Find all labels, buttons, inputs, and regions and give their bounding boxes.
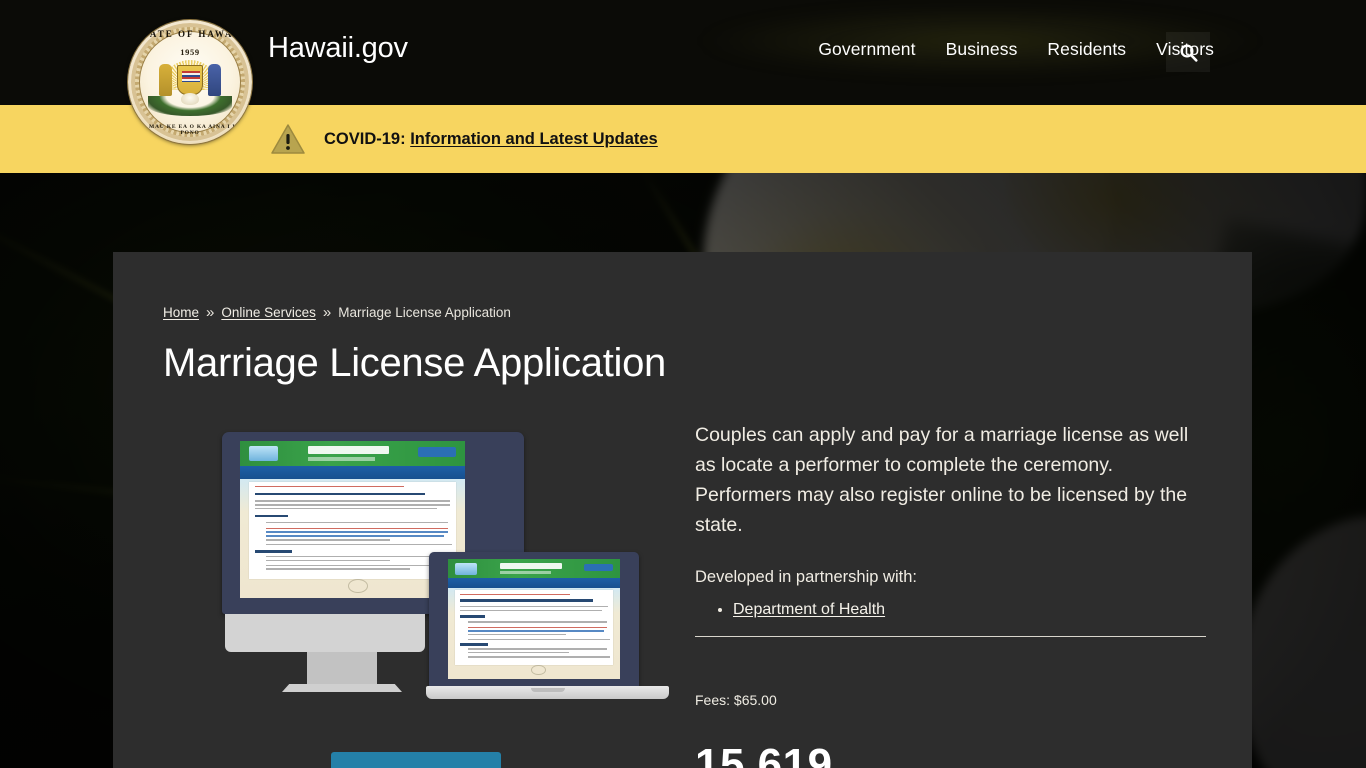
laptop-lid [429, 552, 639, 686]
seal-top-text: STATE OF HAWAII [135, 29, 245, 39]
doh-logo-icon [454, 562, 478, 575]
doh-footer-seal-icon [348, 579, 369, 594]
laptop-notch [530, 688, 565, 692]
breadcrumb-separator-icon: » [206, 304, 215, 321]
breadcrumb-separator-icon: » [322, 304, 332, 321]
nav-item-residents[interactable]: Residents [1047, 39, 1126, 60]
seal-figure-left [159, 64, 172, 96]
nav-item-government[interactable]: Government [818, 39, 915, 60]
warning-triangle-icon [270, 123, 306, 155]
section-divider [695, 636, 1206, 637]
doh-site-subtitle [499, 571, 552, 574]
doh-logo-icon [249, 445, 279, 462]
fees-text: Fees: $65.00 [695, 692, 777, 708]
seal-shield [177, 65, 203, 95]
covid-prefix: COVID-19: [324, 129, 406, 148]
page-title: Marriage License Application [163, 341, 667, 385]
laptop-mockup [426, 552, 669, 709]
laptop-screen [448, 559, 620, 679]
main-navigation: Government Business Residents Visitors [818, 39, 1214, 60]
covid-banner-text: COVID-19: Information and Latest Updates [324, 130, 658, 149]
nav-item-business[interactable]: Business [946, 39, 1018, 60]
service-description: Couples can apply and pay for a marriage… [695, 424, 1189, 536]
monitor-chin [225, 614, 425, 652]
partner-list: Department of Health [733, 598, 1207, 622]
monitor-stand-neck [307, 652, 377, 687]
seal-year-text: 1959 [180, 47, 200, 57]
breadcrumb: Home » Online Services » Marriage Licens… [163, 304, 511, 321]
seal-phoenix-icon [181, 93, 199, 105]
doh-page-body [454, 590, 614, 665]
doh-site-nav [448, 578, 620, 588]
doh-website-preview [448, 559, 620, 679]
doh-site-subtitle [307, 456, 375, 461]
partner-link-department-of-health[interactable]: Department of Health [733, 601, 885, 618]
breadcrumb-item-home[interactable]: Home [163, 305, 199, 320]
doh-site-title [499, 563, 562, 570]
breadcrumb-item-current: Marriage License Application [338, 305, 511, 320]
list-item: Department of Health [733, 598, 1207, 622]
apply-now-button[interactable] [331, 752, 501, 768]
state-of-hawaii-seal-logo[interactable]: STATE OF HAWAII 1959 UA MAU KE EA O KA A… [128, 20, 252, 144]
doh-site-title [307, 446, 389, 455]
doh-footer-seal-icon [530, 664, 547, 676]
doh-site-nav [240, 466, 465, 479]
doh-start-application-button [417, 447, 456, 457]
monitor-stand-base [282, 684, 402, 692]
brand-title[interactable]: Hawaii.gov [268, 32, 408, 65]
search-icon [1179, 43, 1198, 62]
search-button[interactable] [1166, 32, 1210, 72]
stat-number: 15,619 [695, 740, 833, 768]
doh-start-application-button [583, 563, 614, 571]
seal-figure-right [208, 64, 221, 96]
covid-updates-link[interactable]: Information and Latest Updates [410, 130, 658, 148]
breadcrumb-item-online-services[interactable]: Online Services [221, 305, 316, 320]
partnership-label: Developed in partnership with: [695, 568, 917, 586]
seal-motto-text: UA MAU KE EA O KA AINA I KA PONO [137, 124, 243, 136]
content-panel: Home » Online Services » Marriage Licens… [113, 252, 1252, 768]
service-screenshot-mockup [219, 430, 669, 720]
service-details-column: Couples can apply and pay for a marriage… [695, 420, 1207, 622]
page-root: Hawaii.gov Government Business Residents… [0, 0, 1366, 768]
doh-page-body [249, 481, 456, 580]
